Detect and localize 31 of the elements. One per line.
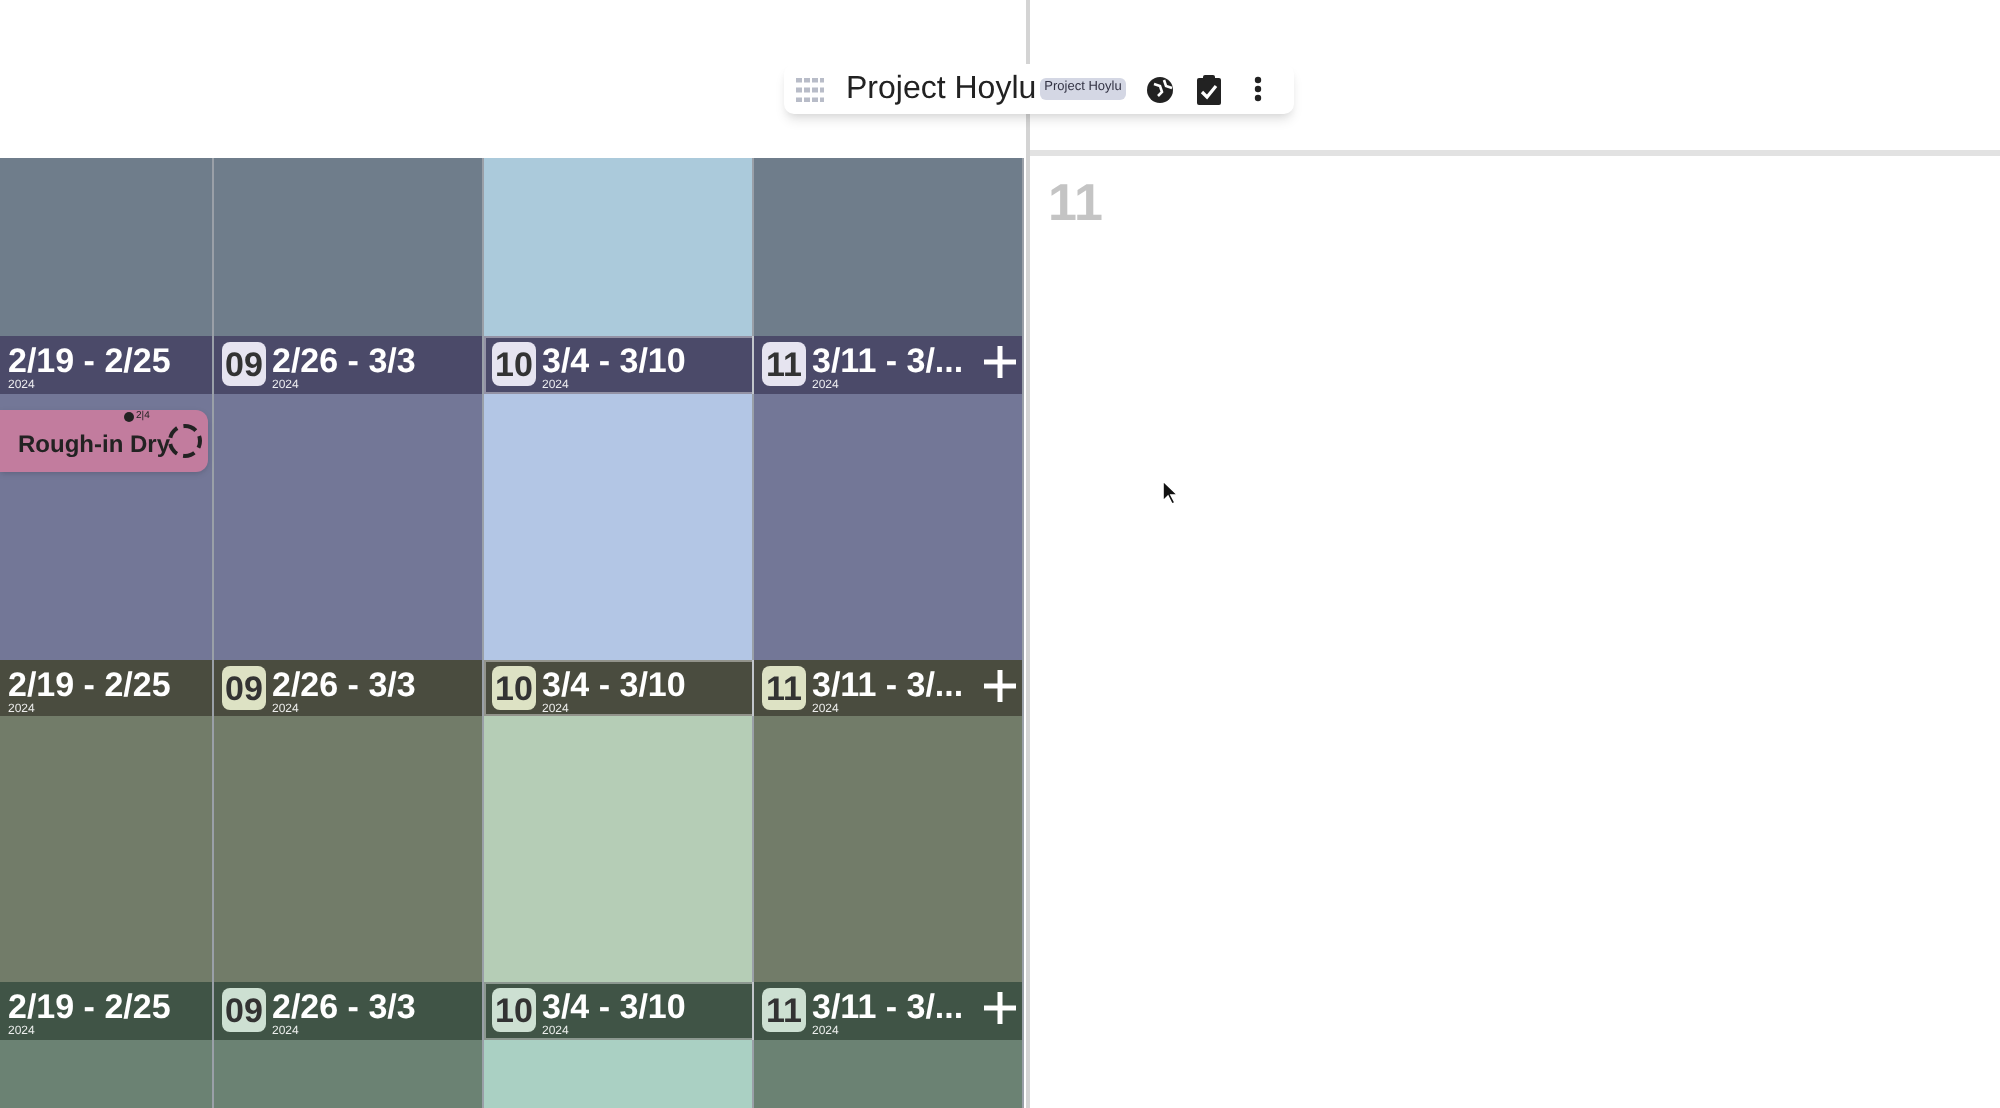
week-number: 11 xyxy=(762,342,806,386)
week-number: 10 xyxy=(492,342,536,386)
week-number: 09 xyxy=(222,666,266,710)
week-range: 3/4 - 3/10 xyxy=(542,342,686,380)
cursor-icon xyxy=(1162,480,1178,506)
week-range: 3/4 - 3/10 xyxy=(542,988,686,1026)
week-range: 2/19 - 2/25 xyxy=(8,666,171,704)
week-range: 2/26 - 3/3 xyxy=(272,342,416,380)
plus-icon[interactable] xyxy=(982,344,1018,380)
week-number: 11 xyxy=(762,666,806,710)
week-range: 2/19 - 2/25 xyxy=(8,988,171,1026)
more-menu-icon[interactable] xyxy=(1253,76,1262,102)
week-range: 3/4 - 3/10 xyxy=(542,666,686,704)
column-label: 11 xyxy=(1046,170,1105,228)
task-title: Rough-in Dry xyxy=(18,428,170,462)
week-number: 09 xyxy=(222,342,266,386)
clipboard-check-icon[interactable] xyxy=(1195,73,1222,105)
week-number: 09 xyxy=(222,988,266,1032)
week-range: 3/11 - 3/... xyxy=(812,988,964,1026)
week-number: 10 xyxy=(492,988,536,1032)
week-range: 3/11 - 3/... xyxy=(812,666,964,704)
week-range: 3/11 - 3/... xyxy=(812,342,964,380)
week-number: 10 xyxy=(492,666,536,710)
toolbar-title: Project Hoylu xyxy=(846,69,1037,109)
week-range: 2/26 - 3/3 xyxy=(272,988,416,1026)
plus-icon[interactable] xyxy=(982,668,1018,704)
plus-icon[interactable] xyxy=(982,990,1018,1026)
week-number: 11 xyxy=(762,988,806,1032)
week-range: 2/19 - 2/25 xyxy=(8,342,171,380)
week-range: 2/26 - 3/3 xyxy=(272,666,416,704)
progress-ring-icon xyxy=(168,424,202,458)
